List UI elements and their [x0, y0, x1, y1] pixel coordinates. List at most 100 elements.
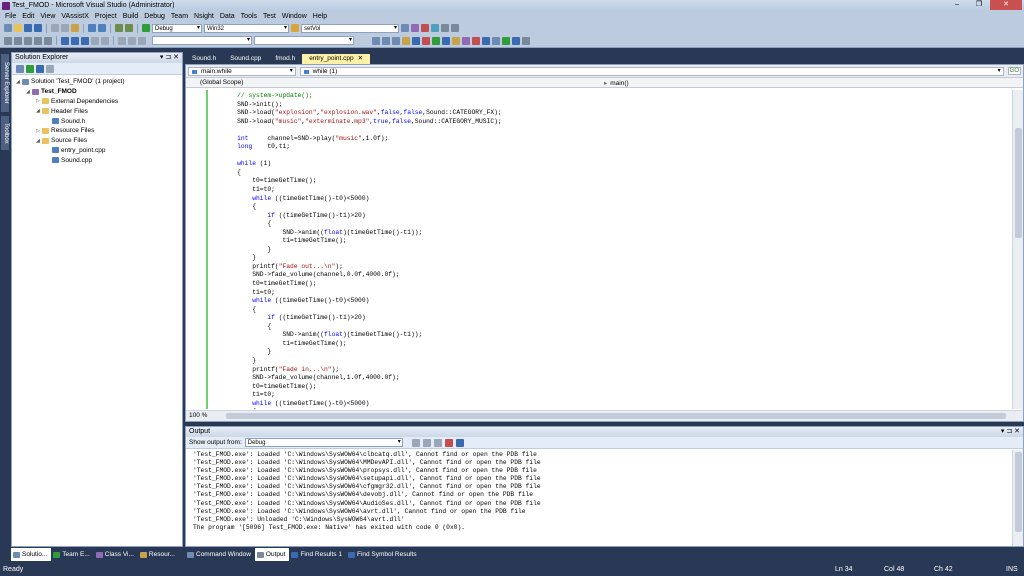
outdent-icon[interactable]: [44, 36, 52, 45]
left-tab-1[interactable]: Team E...: [51, 548, 93, 561]
minimize-button[interactable]: –: [946, 0, 968, 10]
symbol-combo[interactable]: while (1): [299, 66, 1004, 76]
va-options-icon[interactable]: [462, 36, 470, 45]
va-outline-icon[interactable]: [492, 36, 500, 45]
uncomment-icon[interactable]: [24, 36, 32, 45]
menu-debug[interactable]: Debug: [141, 13, 168, 20]
format-icon[interactable]: [402, 36, 410, 45]
show-all-files-icon[interactable]: [26, 64, 34, 73]
grid-icon[interactable]: [382, 36, 390, 45]
copy-icon[interactable]: [61, 24, 69, 32]
tree-item[interactable]: entry_point.cpp: [14, 146, 182, 156]
editor-vertical-scrollbar[interactable]: [1012, 90, 1023, 409]
scope-combo[interactable]: main.while: [188, 66, 296, 76]
step-into-icon[interactable]: [61, 36, 69, 45]
toggle-bookmark-icon[interactable]: [4, 36, 12, 45]
output-tab[interactable]: Output: [254, 548, 290, 561]
left-tab-0[interactable]: Solutio...: [11, 548, 52, 561]
code-text[interactable]: // system->update(); SND->init(); SND->l…: [222, 92, 502, 409]
platform-combo[interactable]: Win32: [204, 23, 289, 33]
view-class-diagram-icon[interactable]: [46, 64, 54, 73]
menu-edit[interactable]: Edit: [19, 13, 37, 20]
va-forward-icon[interactable]: [512, 36, 520, 45]
menu-team[interactable]: Team: [168, 13, 191, 20]
toolbox-tab[interactable]: Toolbox: [1, 116, 9, 150]
menu-project[interactable]: Project: [92, 13, 120, 20]
va-more-icon[interactable]: [522, 36, 530, 45]
tree-item[interactable]: ◢ Header Files: [14, 106, 182, 116]
output-tab[interactable]: Find Results 1: [289, 548, 346, 561]
menu-nsight[interactable]: Nsight: [191, 13, 217, 20]
output-text[interactable]: 'Test_FMOD.exe': Loaded 'C:\Windows\SysW…: [193, 451, 541, 532]
save-icon[interactable]: [24, 24, 32, 32]
refresh-icon[interactable]: [36, 64, 44, 73]
indent-icon[interactable]: [34, 36, 42, 45]
new-project-icon[interactable]: [4, 24, 12, 32]
output-tab[interactable]: Find Symbol Results: [346, 548, 421, 561]
menu-file[interactable]: File: [2, 13, 19, 20]
tree-item[interactable]: Sound.cpp: [14, 155, 182, 165]
find-message-icon[interactable]: [411, 438, 420, 447]
code-area[interactable]: // system->update(); SND->init(); SND->l…: [186, 90, 1013, 409]
horizontal-scroll-thumb[interactable]: [226, 413, 1006, 419]
properties-icon[interactable]: [16, 64, 24, 73]
menu-vassistx[interactable]: VAssistX: [58, 13, 92, 20]
output-tab[interactable]: Command Window: [185, 548, 255, 561]
navigate-forward-icon[interactable]: [125, 24, 133, 32]
maximize-button[interactable]: ❐: [968, 0, 990, 10]
va-list-icon[interactable]: [452, 36, 460, 45]
save-all-icon[interactable]: [34, 24, 42, 32]
output-source-combo[interactable]: Debug: [244, 438, 403, 447]
menu-tools[interactable]: Tools: [238, 13, 260, 20]
open-file-icon[interactable]: [14, 24, 22, 32]
redo-icon[interactable]: [98, 24, 106, 32]
breakpoint-icon[interactable]: [91, 36, 99, 45]
panel-buttons[interactable]: ▾ ⊐ ✕: [160, 53, 179, 63]
doc-tab[interactable]: Sound.cpp: [223, 54, 268, 64]
tree-item[interactable]: Sound.h: [14, 116, 182, 126]
start-debugging-icon[interactable]: [142, 24, 150, 32]
configuration-combo[interactable]: Debug: [152, 23, 202, 33]
process-combo[interactable]: [152, 36, 252, 45]
menu-build[interactable]: Build: [120, 13, 142, 20]
thread-icon[interactable]: [128, 36, 136, 45]
navigate-back-icon[interactable]: [115, 24, 123, 32]
find-combo[interactable]: setVol: [301, 23, 399, 33]
close-tab-icon[interactable]: ✕: [358, 55, 363, 62]
step-out-icon[interactable]: [81, 36, 89, 45]
va-find-icon[interactable]: [412, 36, 420, 45]
scroll-thumb[interactable]: [1015, 452, 1022, 532]
find-in-files-icon[interactable]: [291, 24, 299, 32]
menu-help[interactable]: Help: [310, 13, 330, 20]
tree-item[interactable]: ◢ Test_FMOD: [14, 87, 182, 97]
va-refactor-icon[interactable]: [422, 36, 430, 45]
tree-item[interactable]: ◢ Solution 'Test_FMOD' (1 project): [14, 77, 182, 87]
table-icon[interactable]: [392, 36, 400, 45]
clear-all-icon[interactable]: [444, 438, 453, 447]
menu-test[interactable]: Test: [260, 13, 279, 20]
menu-window[interactable]: Window: [279, 13, 310, 20]
extension-manager-icon[interactable]: [441, 24, 449, 32]
close-button[interactable]: ✕: [990, 0, 1022, 10]
paste-icon[interactable]: [71, 24, 79, 32]
va-spell-icon[interactable]: [472, 36, 480, 45]
va-highlight-icon[interactable]: [482, 36, 490, 45]
hex-display-icon[interactable]: [101, 36, 109, 45]
cut-icon[interactable]: [51, 24, 59, 32]
doc-tab[interactable]: fmod.h: [268, 54, 302, 64]
menu-data[interactable]: Data: [217, 13, 238, 20]
toolbox-icon[interactable]: [421, 24, 429, 32]
step-over-icon[interactable]: [71, 36, 79, 45]
editor-horizontal-scrollbar[interactable]: 100 %: [186, 410, 1023, 421]
object-browser-icon[interactable]: [431, 24, 439, 32]
global-scope-dropdown[interactable]: (Global Scope): [200, 79, 243, 86]
properties-icon[interactable]: [411, 24, 419, 32]
function-dropdown[interactable]: main(): [604, 79, 628, 87]
server-explorer-tab[interactable]: Server Explorer: [1, 54, 9, 112]
va-open-icon[interactable]: [432, 36, 440, 45]
scroll-thumb[interactable]: [1015, 128, 1022, 238]
va-back-icon[interactable]: [502, 36, 510, 45]
undo-icon[interactable]: [88, 24, 96, 32]
menu-view[interactable]: View: [37, 13, 58, 20]
word-wrap-icon[interactable]: [455, 438, 464, 447]
